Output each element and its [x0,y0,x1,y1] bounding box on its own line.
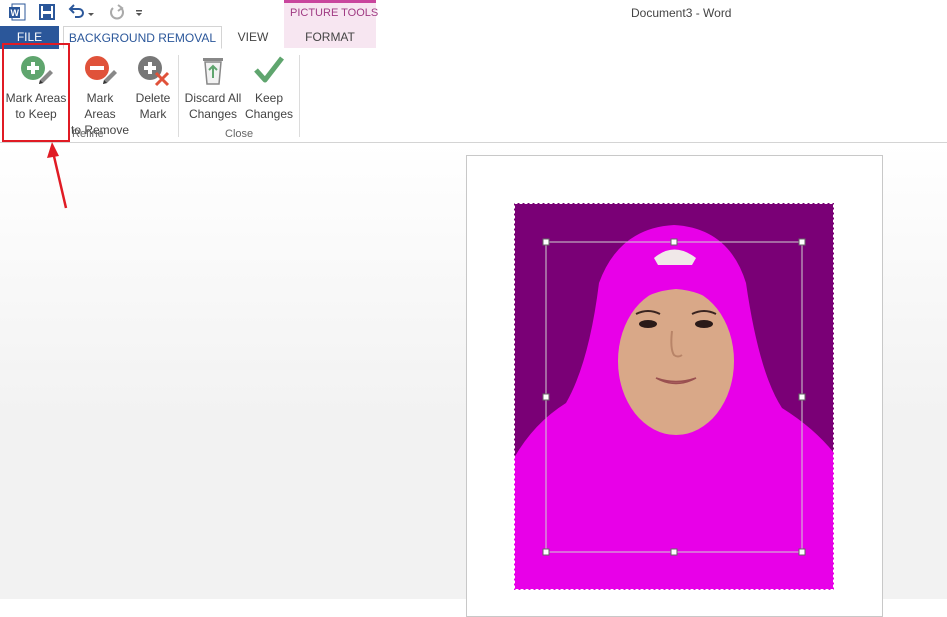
close-group-label: Close [225,128,254,140]
keep-label-2: Changes [244,107,294,121]
mark-remove-icon [85,56,117,84]
ribbon-separator [178,55,179,137]
refine-group-label: Refine [72,128,104,140]
recycle-bin-icon [203,58,223,85]
redo-icon[interactable] [108,3,126,26]
window-title: Document3 - Word [631,6,732,20]
mark-areas-to-remove-button[interactable]: Mark Areas to Remove [70,52,130,138]
resize-handle[interactable] [798,238,806,246]
keep-label-1: Keep [254,91,284,105]
undo-dropdown-icon[interactable] [87,6,95,24]
tab-view[interactable]: VIEW [226,26,280,49]
tab-format[interactable]: FORMAT [284,26,376,49]
resize-handle[interactable] [798,548,806,556]
annotation-arrow-icon [47,142,68,209]
right-eye [695,320,713,328]
left-eye [639,320,657,328]
resize-handle[interactable] [798,393,806,401]
discard-label-2: Changes [188,107,238,121]
checkmark-icon [254,56,284,83]
resize-handle[interactable] [670,548,678,556]
delete-mark-label-2: Mark [139,107,167,121]
delete-mark-button[interactable]: Delete Mark [132,52,174,122]
picture-tools-label: PICTURE TOOLS [290,7,379,19]
portrait-photo[interactable] [514,203,834,590]
discard-label-1: Discard All [184,91,242,105]
customize-qat-icon[interactable] [135,6,143,24]
resize-handle[interactable] [670,238,678,246]
save-icon[interactable] [39,3,55,26]
delete-mark-label-1: Delete [135,91,171,105]
delete-mark-icon [138,56,170,87]
tab-background-removal[interactable]: BACKGROUND REMOVAL [63,26,222,49]
ribbon-separator [299,55,300,137]
annotation-highlight-box [2,43,70,142]
keep-changes-button[interactable]: Keep Changes [244,52,294,122]
svg-text:W: W [11,8,20,18]
undo-icon[interactable] [67,3,85,26]
resize-handle[interactable] [542,548,550,556]
mark-remove-label-1: Mark Areas [84,91,116,121]
discard-all-changes-button[interactable]: Discard All Changes [183,52,243,122]
resize-handle[interactable] [542,393,550,401]
face [618,287,734,435]
word-logo-icon[interactable]: W [8,3,26,26]
resize-handle[interactable] [542,238,550,246]
